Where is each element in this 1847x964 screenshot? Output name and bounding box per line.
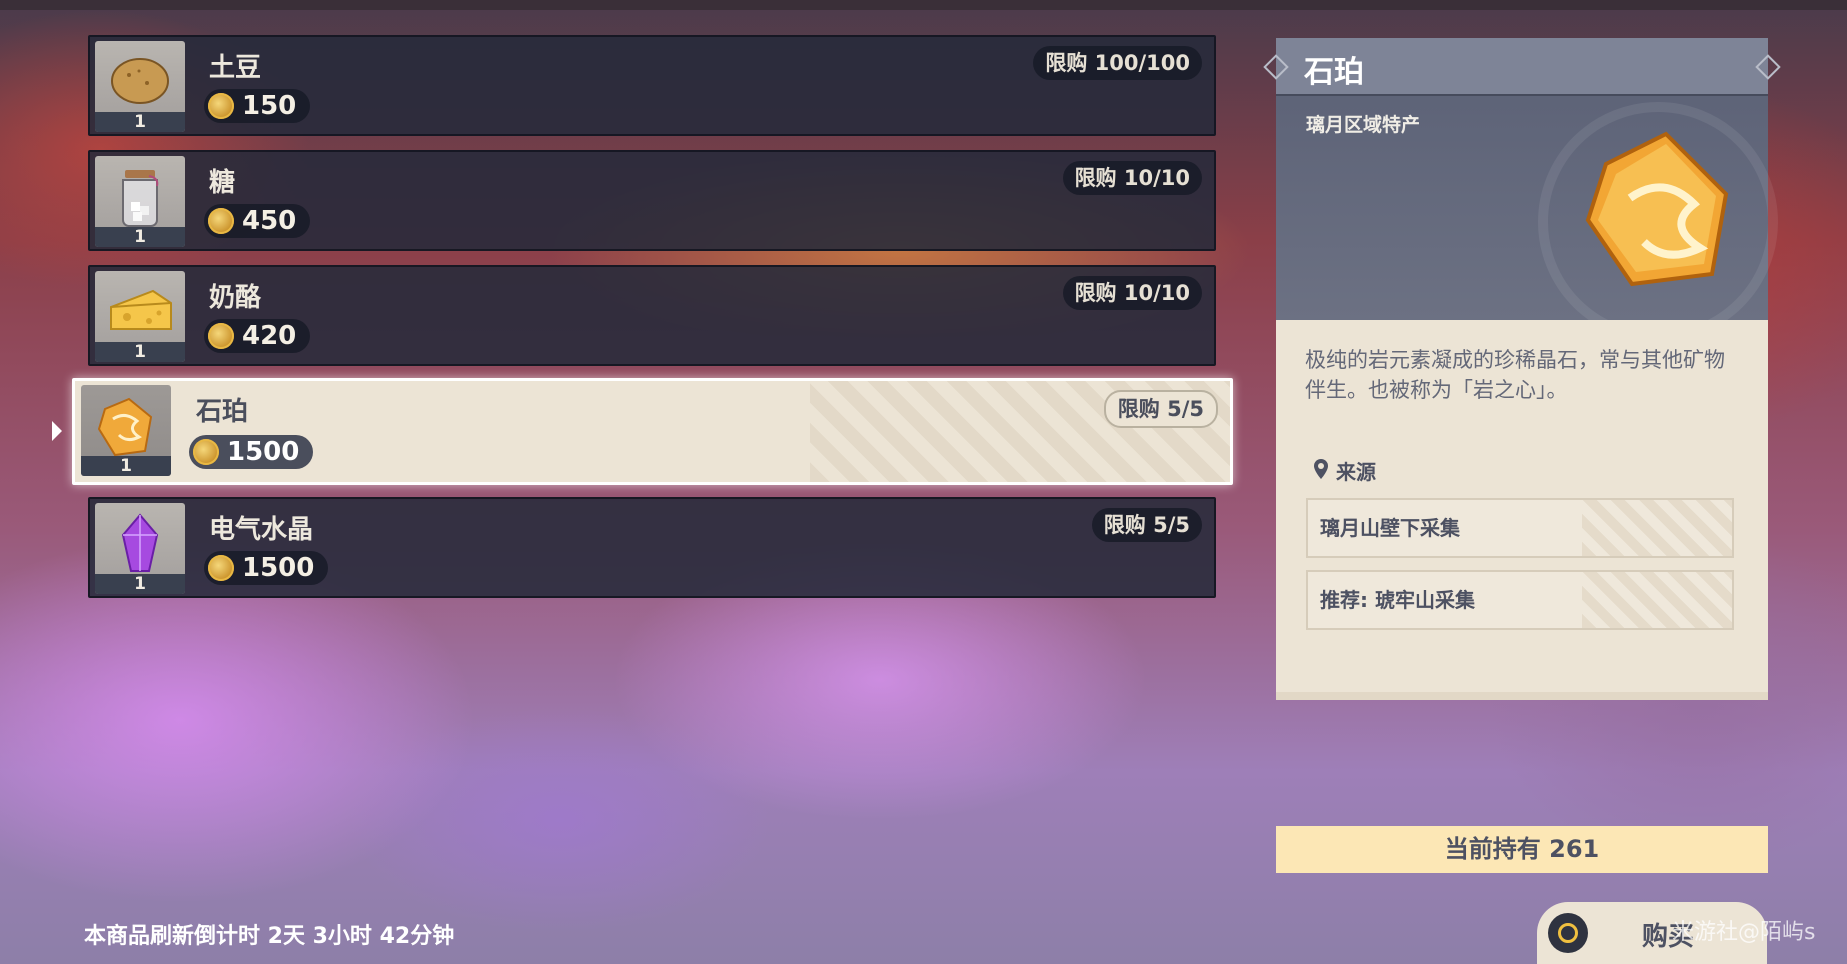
watermark: 米游社@陌屿s <box>1672 920 1816 945</box>
sugar-jar-icon <box>122 170 159 227</box>
location-pin-icon <box>1314 459 1328 479</box>
item-price: 1500 <box>189 435 314 469</box>
cheese-icon <box>110 289 172 330</box>
item-thumbnail: 1 <box>95 271 185 362</box>
source-text: 璃月山壁下采集 <box>1320 516 1460 540</box>
item-description: 极纯的岩元素凝成的珍稀晶石，常与其他矿物伴生。也被称为「岩之心」。 <box>1305 348 1725 402</box>
item-price: 150 <box>204 89 311 123</box>
amber-stone-icon <box>1585 131 1729 287</box>
purchase-limit-badge: 限购 10/10 <box>1062 161 1202 195</box>
item-quantity: 1 <box>95 574 185 594</box>
item-thumbnail: 1 <box>95 503 185 594</box>
refresh-countdown: 本商品刷新倒计时 2天 3小时 42分钟 <box>84 924 455 949</box>
item-thumbnail: 1 <box>95 41 185 132</box>
purchase-limit-badge: 限购 5/5 <box>1091 508 1202 542</box>
mora-coin-icon <box>208 208 234 234</box>
selection-arrow-icon <box>52 421 62 441</box>
titlebar-ornament-left <box>1263 54 1289 80</box>
confirm-button-icon <box>1548 913 1588 953</box>
detail-titlebar: 石珀 <box>1263 38 1781 96</box>
item-thumbnail: 1 <box>95 156 185 247</box>
shop-item-electro-crystal[interactable]: 1 电气水晶 1500 限购 5/5 <box>88 497 1216 598</box>
source-text: 推荐: 琥牢山采集 <box>1320 588 1475 612</box>
source-entry[interactable]: 璃月山壁下采集 <box>1306 498 1734 558</box>
mora-coin-icon <box>208 555 234 581</box>
price-value: 150 <box>242 91 297 121</box>
item-thumbnail: 1 <box>81 385 171 476</box>
item-detail-panel: 石珀 璃月区域特产 极纯的岩元素凝成的珍稀晶石，常与其他矿物伴生。也被称为「岩之… <box>1263 38 1781 700</box>
source-label: 来源 <box>1336 460 1376 484</box>
item-price: 420 <box>204 319 311 353</box>
item-name: 糖 <box>209 168 236 198</box>
shop-item-amber-selected[interactable]: 1 石珀 1500 限购 5/5 <box>72 378 1233 485</box>
price-value: 1500 <box>242 553 315 583</box>
source-pattern <box>1582 572 1732 628</box>
amber-stone-icon <box>97 397 153 457</box>
item-quantity: 1 <box>95 227 185 247</box>
mora-coin-icon <box>193 439 219 465</box>
owned-count-bar: 当前持有 261 <box>1276 826 1768 873</box>
price-value: 450 <box>242 206 297 236</box>
source-entry[interactable]: 推荐: 琥牢山采集 <box>1306 570 1734 630</box>
mora-coin-icon <box>208 323 234 349</box>
shop-item-cheese[interactable]: 1 奶酪 420 限购 10/10 <box>88 265 1216 366</box>
price-value: 1500 <box>227 437 300 467</box>
detail-title: 石珀 <box>1304 55 1364 90</box>
purchase-limit-badge: 限购 5/5 <box>1103 390 1218 428</box>
detail-header: 石珀 璃月区域特产 <box>1263 38 1781 342</box>
item-price: 450 <box>204 204 311 238</box>
item-price: 1500 <box>204 551 329 585</box>
shop-item-potato[interactable]: 1 土豆 150 限购 100/100 <box>88 35 1216 136</box>
item-name: 石珀 <box>196 397 249 427</box>
item-name: 电气水晶 <box>209 515 314 545</box>
purchase-limit-badge: 限购 10/10 <box>1062 276 1202 310</box>
detail-subtitle: 璃月区域特产 <box>1306 114 1421 136</box>
shop-item-sugar[interactable]: 1 糖 450 限购 10/10 <box>88 150 1216 251</box>
item-name: 土豆 <box>209 53 262 83</box>
mora-coin-icon <box>208 93 234 119</box>
purchase-limit-badge: 限购 100/100 <box>1033 46 1202 80</box>
source-pattern <box>1582 500 1732 556</box>
top-bar <box>0 0 1847 10</box>
electro-crystal-icon <box>121 513 159 572</box>
price-value: 420 <box>242 321 297 351</box>
item-quantity: 1 <box>95 112 185 132</box>
potato-icon <box>111 58 169 104</box>
item-quantity: 1 <box>95 342 185 362</box>
item-quantity: 1 <box>81 456 171 476</box>
item-name: 奶酪 <box>209 283 262 313</box>
detail-body: 极纯的岩元素凝成的珍稀晶石，常与其他矿物伴生。也被称为「岩之心」。 来源 璃月山… <box>1276 320 1768 700</box>
titlebar-ornament-right <box>1755 54 1781 80</box>
